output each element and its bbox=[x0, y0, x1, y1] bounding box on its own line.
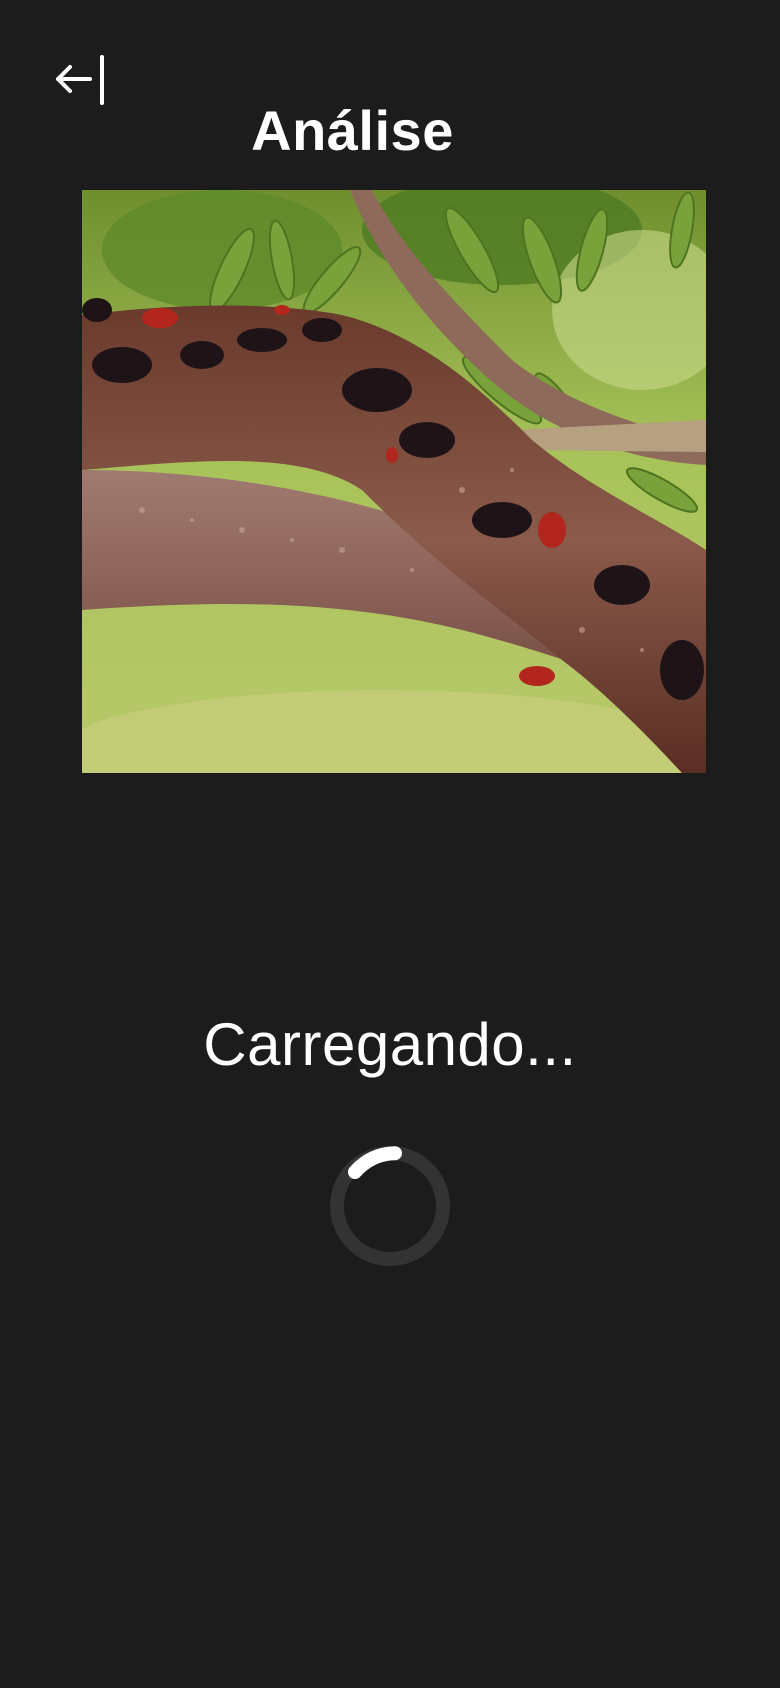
loading-text: Carregando... bbox=[203, 1011, 577, 1078]
tree-branch-photo bbox=[82, 190, 706, 773]
loading-spinner-icon bbox=[329, 1145, 451, 1267]
page-title: Análise bbox=[251, 99, 454, 162]
